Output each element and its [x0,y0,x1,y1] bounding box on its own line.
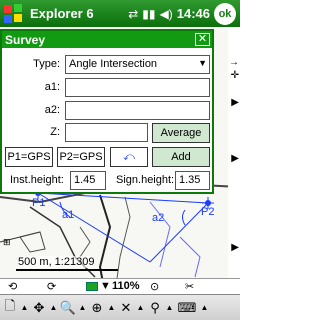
close-icon[interactable]: ✕ [195,33,210,46]
title-bar: Explorer 6 ⇄ ▮▮ ◀) 14:46 ok [0,0,240,27]
right-rail: → ✛ ▶ ▶ ▶ [228,27,240,293]
scale-label: 500 m, 1:21309 [18,256,95,268]
z-label: Z: [50,126,60,138]
chevron-up-icon-3[interactable]: ▲ [78,303,87,312]
new-doc-icon[interactable]: 🗋 [0,297,20,319]
a2-angle-label: a2 [152,212,165,224]
dialog-title: Survey [5,32,46,47]
rotate-ccw-icon[interactable]: ⟲ [8,280,17,293]
type-label: Type: [33,58,60,70]
survey-dialog: Survey ✕ Type: Angle Intersection ▼ a1: … [0,29,214,194]
clock[interactable]: 14:46 [177,6,210,21]
add-button[interactable]: Add [152,147,210,167]
p1-gps-button[interactable]: P1=GPS [5,147,53,167]
p2-gps-button[interactable]: P2=GPS [57,147,105,167]
dialog-header: Survey ✕ [2,31,212,48]
z-input[interactable] [65,123,148,142]
chevron-down-icon-2[interactable]: ▼ [100,280,111,292]
sign-height-input[interactable]: 1.35 [175,171,210,190]
satellite-icon[interactable]: ✕ [116,297,136,319]
chevron-up-icon-4[interactable]: ▲ [107,303,116,312]
inst-height-label: Inst.height: [10,174,64,186]
scissors-icon[interactable]: ✂ [185,280,194,293]
ok-button[interactable]: ok [214,2,236,25]
p1-label: P1 [32,197,46,209]
a1-angle-label: a1 [62,209,75,221]
sign-height-label: Sign.height: [116,174,175,186]
zoom-icon[interactable]: 🔍 [58,297,78,319]
type-select[interactable]: Angle Intersection ▼ [65,55,210,74]
battery-icon [86,282,98,291]
map-layer-icon[interactable]: ⊞ [3,237,11,248]
rotate-cw-icon[interactable]: ⟳ [47,280,56,293]
pan-icon[interactable]: ✥ [29,297,49,319]
arrow-right-icon[interactable]: → [229,57,239,68]
chevron-right-icon-2[interactable]: ▶ [231,153,239,164]
zoom-level: 110% [112,280,140,292]
inst-height-input[interactable]: 1.45 [70,171,106,190]
a2-input[interactable] [65,101,210,120]
sync-icon[interactable]: ⇄ [128,7,138,21]
zoom-in-icon[interactable]: ✛ [231,70,239,81]
chevron-up-icon-2[interactable]: ▲ [49,303,58,312]
status-row: ⟲ ⟳ ▼ 110% ⊙ ✂ [0,278,240,294]
p2-label: P2 [201,206,215,218]
chevron-right-icon-3[interactable]: ▶ [231,242,239,253]
gps-icon[interactable]: ⊕ [87,297,107,319]
route-icon[interactable]: ⚲ [145,297,165,319]
volume-icon[interactable]: ◀) [160,7,173,21]
chevron-right-icon[interactable]: ▶ [231,97,239,108]
windows-logo-icon[interactable] [3,3,25,25]
undo-button[interactable]: ⤺ [110,147,148,167]
chevron-up-icon[interactable]: ▲ [20,303,29,312]
app-title: Explorer 6 [30,6,94,21]
type-select-value: Angle Intersection [69,58,158,70]
a1-input[interactable] [65,78,210,97]
keyboard-icon[interactable]: ⌨ [174,297,200,319]
chevron-up-icon-5[interactable]: ▲ [136,303,145,312]
signal-icon[interactable]: ▮▮ [142,7,155,21]
compass-icon[interactable]: ⊙ [150,280,159,293]
bottom-toolbar: 🗋 ▲ ✥ ▲ 🔍 ▲ ⊕ ▲ ✕ ▲ ⚲ ▲ ⌨ ▲ [0,294,240,320]
chevron-down-icon: ▼ [198,58,207,68]
a2-label: a2: [44,104,60,116]
chevron-up-icon-7[interactable]: ▲ [200,303,209,312]
average-button[interactable]: Average [152,123,210,143]
a1-label: a1: [44,81,60,93]
chevron-up-icon-6[interactable]: ▲ [165,303,174,312]
